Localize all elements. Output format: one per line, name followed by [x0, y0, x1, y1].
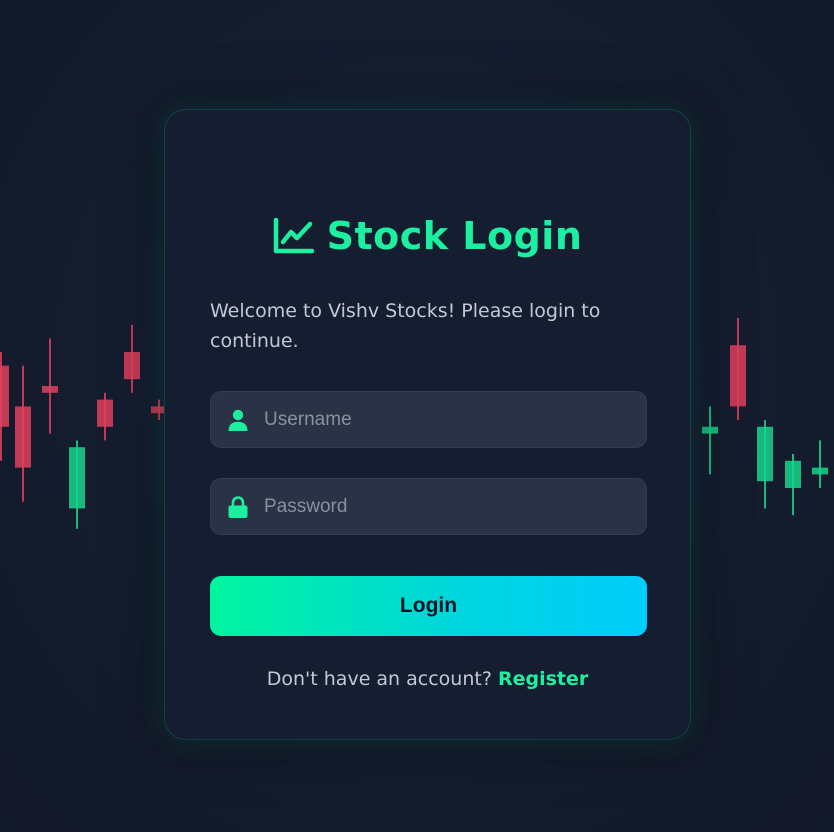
password-input[interactable] [264, 479, 646, 534]
card-title: Stock Login [165, 214, 690, 258]
candle-body [97, 399, 113, 427]
chart-line-icon [273, 217, 314, 254]
welcome-text: Welcome to Vishv Stocks! Please login to… [210, 300, 601, 352]
password-field[interactable] [210, 478, 647, 535]
page-title: Stock Login [326, 214, 583, 258]
candle-body [15, 406, 31, 468]
candle-body [785, 460, 801, 488]
candle-body [757, 426, 773, 482]
candle-body [42, 386, 58, 393]
username-field[interactable] [210, 391, 647, 448]
candle-body [702, 426, 718, 434]
register-link[interactable]: Register [498, 668, 588, 690]
login-button[interactable]: Login [210, 576, 647, 636]
lock-icon [228, 495, 248, 518]
candle-body [812, 467, 828, 475]
candle-body [69, 447, 85, 509]
username-input[interactable] [264, 392, 646, 447]
register-prompt-text: Don't have an account? [266, 668, 492, 690]
user-icon [228, 409, 248, 431]
candle-body [730, 345, 746, 407]
login-card: Stock Login Welcome to Vishv Stocks! Ple… [164, 109, 691, 740]
register-prompt: Don't have an account? Register [165, 668, 690, 690]
candle-body [124, 352, 140, 380]
candle-body [0, 365, 9, 427]
